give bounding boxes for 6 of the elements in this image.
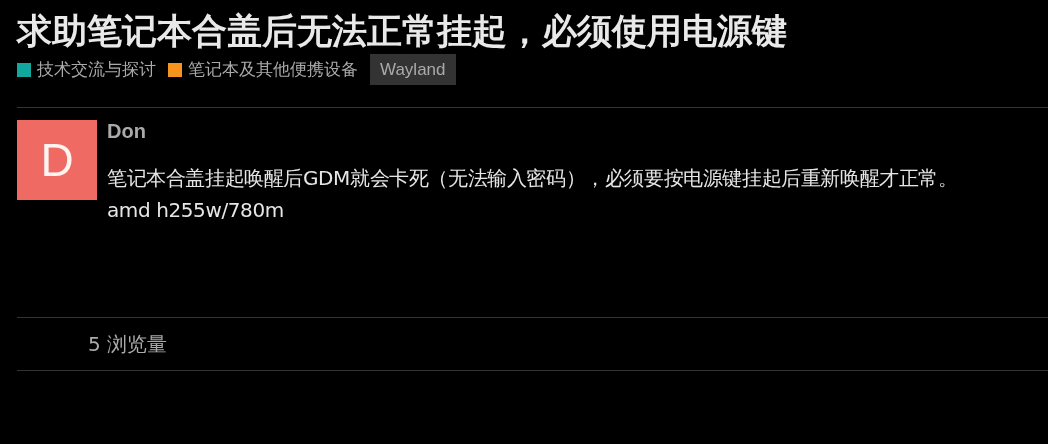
view-count: 5 浏览量 <box>87 331 169 358</box>
tag-link[interactable]: Wayland <box>370 54 456 85</box>
topic-title: 求助笔记本合盖后无法正常挂起，必须使用电源键 <box>17 10 788 53</box>
post-text: amd h255w/780m <box>107 197 285 224</box>
author-name[interactable]: Don <box>107 119 958 143</box>
post-text: 笔记本合盖挂起唤醒后GDM就会卡死（无法输入密码），必须要按电源键挂起后重新唤醒才正常。 <box>107 165 958 192</box>
